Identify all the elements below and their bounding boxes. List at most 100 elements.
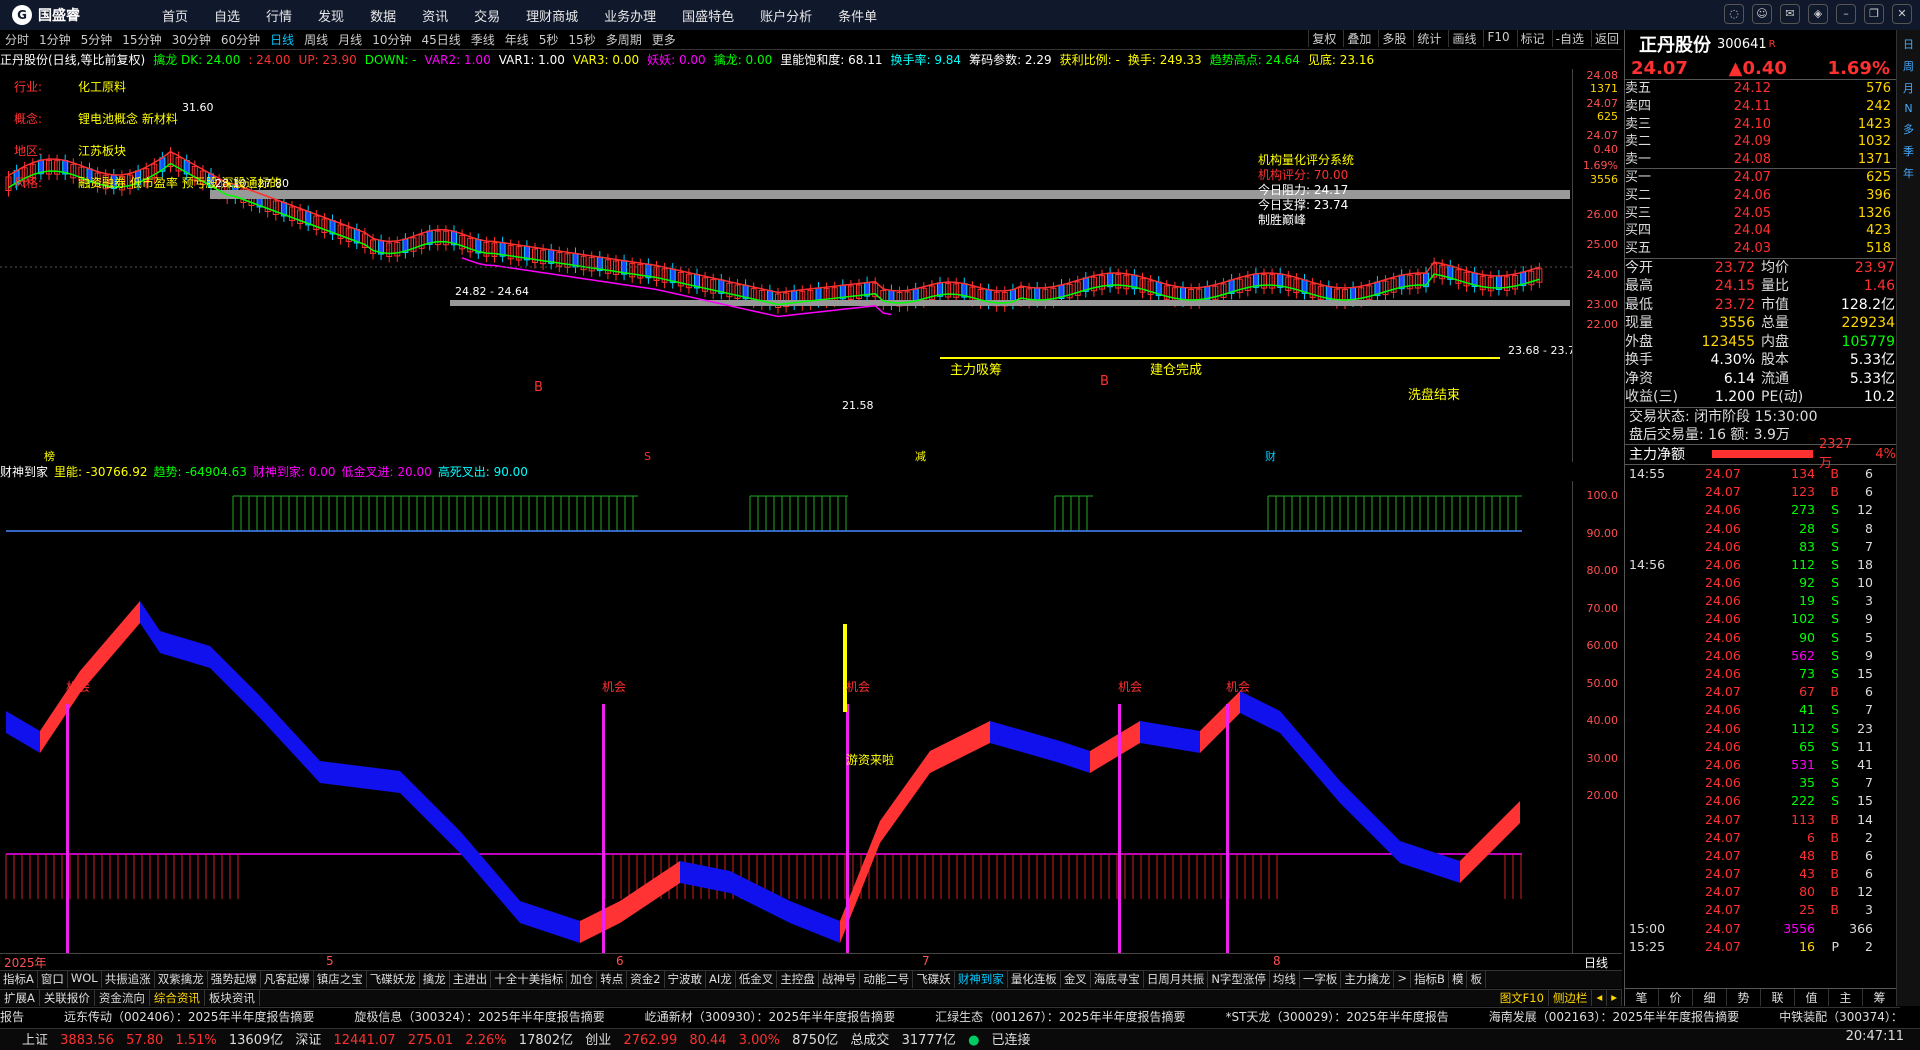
tool-8[interactable]: 返回 bbox=[1590, 30, 1622, 47]
indicator-tab-32[interactable]: 指标B bbox=[1411, 971, 1449, 988]
period-11[interactable]: 季线 bbox=[471, 31, 495, 48]
orderbook-row[interactable]: 买二 24.06 396 bbox=[1625, 187, 1896, 205]
quote-tab-6[interactable]: 主 bbox=[1829, 989, 1863, 1006]
period-13[interactable]: 5秒 bbox=[539, 31, 559, 48]
period-4[interactable]: 30分钟 bbox=[172, 31, 211, 48]
quote-tab-1[interactable]: 价 bbox=[1659, 989, 1693, 1006]
side-period-0[interactable]: 日 bbox=[1903, 36, 1914, 52]
period-1[interactable]: 1分钟 bbox=[39, 31, 71, 48]
quote-tab-4[interactable]: 联 bbox=[1761, 989, 1795, 1006]
indicator-tab-15[interactable]: 宁波敢 bbox=[665, 971, 707, 988]
indicator-tab-30[interactable]: 主力擒龙 bbox=[1341, 971, 1395, 988]
menu-item-2[interactable]: 行情 bbox=[266, 6, 292, 25]
bottom-right-tab-2[interactable]: ◂ bbox=[1592, 990, 1608, 1006]
tool-3[interactable]: 统计 bbox=[1413, 30, 1444, 47]
side-period-1[interactable]: 周 bbox=[1903, 58, 1914, 74]
indicator-tab-4[interactable]: 双紫擒龙 bbox=[155, 971, 208, 988]
indicator-tab-14[interactable]: 资金2 bbox=[627, 971, 665, 988]
price-chart[interactable]: 28.10 - 27.80 24.82 - 24.64 23.68 - 23.7… bbox=[0, 69, 1575, 463]
menu-item-11[interactable]: 条件单 bbox=[838, 6, 877, 25]
quote-tab-5[interactable]: 值 bbox=[1795, 989, 1829, 1006]
menu-item-1[interactable]: 自选 bbox=[214, 6, 240, 25]
bottom-right-tab-1[interactable]: 侧边栏 bbox=[1549, 990, 1593, 1006]
quote-tab-0[interactable]: 笔 bbox=[1625, 989, 1659, 1006]
side-period-6[interactable]: 年 bbox=[1903, 165, 1914, 181]
orderbook-row[interactable]: 卖三 24.10 1423 bbox=[1625, 116, 1896, 134]
tool-1[interactable]: 叠加 bbox=[1343, 30, 1374, 47]
indicator-tab-25[interactable]: 海底寻宝 bbox=[1091, 971, 1144, 988]
period-14[interactable]: 15秒 bbox=[568, 31, 595, 48]
orderbook-row[interactable]: 卖二 24.09 1032 bbox=[1625, 133, 1896, 151]
quote-tab-2[interactable]: 细 bbox=[1693, 989, 1727, 1006]
menu-item-4[interactable]: 数据 bbox=[370, 6, 396, 25]
news-item[interactable]: 中铁装配（300374）：2025年半年度报告 bbox=[1779, 1010, 1900, 1024]
minimize-icon[interactable]: – bbox=[1836, 4, 1856, 24]
indicator-tab-13[interactable]: 转点 bbox=[597, 971, 628, 988]
indicator-tab-7[interactable]: 镇店之宝 bbox=[314, 971, 367, 988]
bottom-tab-1[interactable]: 关联报价 bbox=[40, 990, 95, 1006]
side-period-2[interactable]: 月 bbox=[1903, 80, 1914, 96]
news-item[interactable]: 海南发展（002163）：2025年半年度报告摘要 bbox=[1489, 1010, 1739, 1024]
indicator-tab-12[interactable]: 加仓 bbox=[567, 971, 598, 988]
indicator-tab-8[interactable]: 飞碟妖龙 bbox=[367, 971, 420, 988]
indicator-tab-21[interactable]: 飞碟妖 bbox=[913, 971, 955, 988]
indicator-tab-10[interactable]: 主进出 bbox=[450, 971, 492, 988]
indicator-tab-34[interactable]: 板 bbox=[1467, 971, 1486, 988]
indicator-tab-5[interactable]: 强势起爆 bbox=[208, 971, 261, 988]
bottom-tab-2[interactable]: 资金流向 bbox=[95, 990, 150, 1006]
orderbook-row[interactable]: 卖四 24.11 242 bbox=[1625, 98, 1896, 116]
menu-item-0[interactable]: 首页 bbox=[162, 6, 188, 25]
quote-tab-7[interactable]: 筹 bbox=[1863, 989, 1897, 1006]
indicator-tab-17[interactable]: 低金叉 bbox=[736, 971, 778, 988]
period-5[interactable]: 60分钟 bbox=[221, 31, 260, 48]
period-0[interactable]: 分时 bbox=[5, 31, 29, 48]
indicator-tab-33[interactable]: 模 bbox=[1449, 971, 1468, 988]
orderbook-row[interactable]: 买五 24.03 518 bbox=[1625, 240, 1896, 258]
orderbook-row[interactable]: 买三 24.05 1326 bbox=[1625, 205, 1896, 223]
indicator-tab-6[interactable]: 凡客起爆 bbox=[261, 971, 314, 988]
tool-2[interactable]: 多股 bbox=[1378, 30, 1409, 47]
chat-icon[interactable]: ◌ bbox=[1724, 4, 1744, 24]
indicator-tab-0[interactable]: 指标A bbox=[0, 971, 38, 988]
orderbook-row[interactable]: 买四 24.04 423 bbox=[1625, 222, 1896, 240]
indicator-tab-9[interactable]: 擒龙 bbox=[420, 971, 450, 988]
period-3[interactable]: 15分钟 bbox=[122, 31, 161, 48]
period-16[interactable]: 更多 bbox=[652, 31, 676, 48]
side-period-5[interactable]: 季 bbox=[1903, 143, 1914, 159]
period-8[interactable]: 月线 bbox=[338, 31, 362, 48]
news-item[interactable]: 屹通新材（300930）：2025年半年度报告摘要 bbox=[645, 1010, 895, 1024]
menu-item-8[interactable]: 业务办理 bbox=[604, 6, 656, 25]
side-period-4[interactable]: 多 bbox=[1903, 121, 1914, 137]
indicator-tab-28[interactable]: 均线 bbox=[1270, 971, 1300, 988]
side-period-3[interactable]: N bbox=[1904, 102, 1912, 115]
indicator-tab-31[interactable]: > bbox=[1394, 971, 1412, 988]
bottom-right-tab-0[interactable]: 图文F10 bbox=[1496, 990, 1549, 1006]
bottom-tab-3[interactable]: 综合资讯 bbox=[150, 990, 205, 1006]
period-7[interactable]: 周线 bbox=[304, 31, 328, 48]
tool-4[interactable]: 画线 bbox=[1448, 30, 1479, 47]
tool-5[interactable]: F10 bbox=[1483, 30, 1512, 47]
indicator-tab-16[interactable]: AI龙 bbox=[706, 971, 736, 988]
indicator-tab-18[interactable]: 主控盘 bbox=[777, 971, 819, 988]
bottom-tab-4[interactable]: 板块资讯 bbox=[205, 990, 260, 1006]
indicator-tab-1[interactable]: 窗口 bbox=[38, 971, 68, 988]
quote-tab-3[interactable]: 势 bbox=[1727, 989, 1761, 1006]
indicator-tab-23[interactable]: 量化连板 bbox=[1008, 971, 1061, 988]
tool-6[interactable]: 标记 bbox=[1516, 30, 1548, 47]
news-item[interactable]: 汇绿生态（001267）：2025年半年度报告摘要 bbox=[935, 1010, 1185, 1024]
bottom-right-tab-3[interactable]: ▸ bbox=[1607, 990, 1622, 1006]
indicator-tab-2[interactable]: WOL bbox=[68, 971, 102, 988]
orderbook-row[interactable]: 卖五 24.12 576 bbox=[1625, 80, 1896, 98]
menu-item-5[interactable]: 资讯 bbox=[422, 6, 448, 25]
sub-chart[interactable]: 机会 机会 机会 机会 机会 游资来啦 bbox=[0, 481, 1572, 954]
indicator-tab-3[interactable]: 共振追涨 bbox=[102, 971, 155, 988]
period-15[interactable]: 多周期 bbox=[606, 31, 642, 48]
tool-7[interactable]: -自选 bbox=[1551, 30, 1587, 47]
menu-item-9[interactable]: 国盛特色 bbox=[682, 6, 734, 25]
period-6[interactable]: 日线 bbox=[270, 31, 294, 48]
news-item[interactable]: *ST天龙（300029）：2025年半年度报告 bbox=[1225, 1010, 1448, 1024]
news-item[interactable]: 旋极信息（300324）：2025年半年度报告摘要 bbox=[354, 1010, 604, 1024]
indicator-tab-29[interactable]: 一字板 bbox=[1300, 971, 1342, 988]
period-12[interactable]: 年线 bbox=[505, 31, 529, 48]
brand-logo[interactable]: G 国盛睿 bbox=[12, 5, 142, 25]
